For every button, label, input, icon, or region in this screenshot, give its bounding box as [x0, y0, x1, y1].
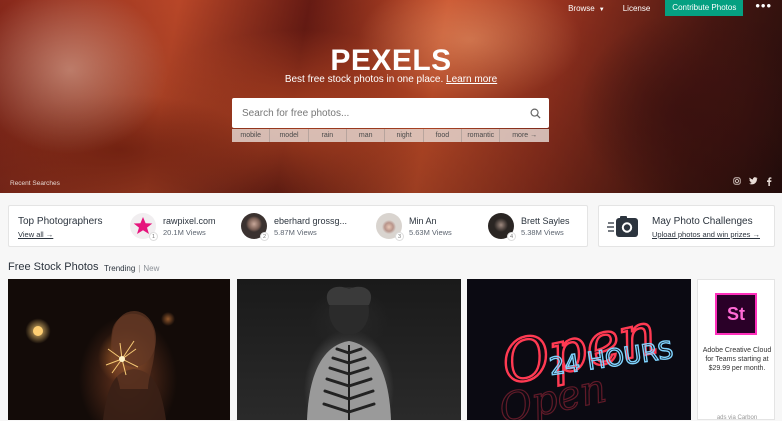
top-navigation: Browse ▼ License Contribute Photos •••: [559, 0, 782, 16]
rank-badge: 2: [260, 232, 269, 241]
search-icon[interactable]: [521, 98, 549, 128]
tab-new[interactable]: New: [143, 264, 159, 273]
tag-romantic[interactable]: romantic: [462, 129, 501, 142]
photographer-item[interactable]: 1 rawpixel.com 20.1M Views: [130, 213, 216, 241]
hero-banner: [0, 0, 782, 193]
camera-icon: [607, 216, 638, 237]
tagline: Best free stock photos in one place. Lea…: [0, 74, 782, 85]
view-all-link[interactable]: View all →: [18, 230, 53, 239]
license-link[interactable]: License: [614, 4, 660, 13]
ad-attribution[interactable]: ads via Carbon: [702, 415, 772, 421]
twitter-icon[interactable]: [749, 177, 758, 186]
photo-card[interactable]: [237, 279, 461, 420]
ad-panel[interactable]: St Adobe Creative Cloud for Teams starti…: [697, 279, 775, 421]
photo-card[interactable]: Open 24 HOURS Open: [467, 279, 691, 420]
tag-more[interactable]: more →: [500, 129, 549, 142]
photographer-item[interactable]: 2 eberhard grossg... 5.87M Views: [241, 213, 348, 241]
instagram-icon[interactable]: [733, 177, 741, 186]
social-links: [733, 177, 772, 186]
tagline-text: Best free stock photos in one place.: [284, 74, 444, 85]
chevron-down-icon: ▼: [598, 6, 605, 13]
facebook-icon[interactable]: [766, 177, 772, 186]
contribute-photos-button[interactable]: Contribute Photos: [665, 0, 744, 16]
tag-food[interactable]: food: [424, 129, 463, 142]
suggested-tags: mobile model rain man night food romanti…: [232, 129, 549, 142]
photographer-views: 5.38M Views: [521, 227, 564, 237]
neon-sign-photo-icon: Open 24 HOURS Open: [495, 298, 676, 420]
avatar: 4: [488, 213, 516, 241]
fern-back-photo-icon: [307, 286, 391, 420]
photographer-item[interactable]: 4 Brett Sayles 5.38M Views: [488, 213, 570, 241]
recent-searches-link[interactable]: Recent Searches: [10, 180, 60, 187]
avatar: 1: [130, 213, 158, 241]
tag-night[interactable]: night: [385, 129, 424, 142]
tab-trending[interactable]: Trending: [104, 264, 135, 273]
photographer-name: rawpixel.com: [163, 215, 216, 226]
section-tabs: Trending | New: [104, 264, 159, 273]
photographer-name: Min An: [409, 215, 437, 226]
ad-text: Adobe Creative Cloud for Teams starting …: [702, 347, 772, 372]
brand-logo: PEXELS: [330, 44, 452, 77]
browse-menu[interactable]: Browse ▼: [559, 4, 614, 13]
photographer-views: 5.63M Views: [409, 227, 452, 237]
tab-separator: |: [138, 264, 141, 273]
section-title: Free Stock Photos: [8, 261, 99, 273]
photo-challenge-panel[interactable]: May Photo Challenges Upload photos and w…: [598, 205, 775, 247]
search-bar: [232, 98, 549, 128]
tag-mobile[interactable]: mobile: [232, 129, 271, 142]
challenge-title: May Photo Challenges: [652, 216, 753, 227]
photographer-item[interactable]: 3 Min An 5.63M Views: [376, 213, 452, 241]
search-input[interactable]: [232, 98, 521, 128]
tag-man[interactable]: man: [347, 129, 386, 142]
more-menu-icon[interactable]: •••: [749, 0, 782, 17]
rank-badge: 3: [395, 232, 404, 241]
photographer-views: 20.1M Views: [163, 227, 206, 237]
tag-model[interactable]: model: [270, 129, 309, 142]
rank-badge: 4: [507, 232, 516, 241]
sparkler-photo-icon: [33, 311, 166, 420]
avatar: 3: [376, 213, 404, 241]
learn-more-link[interactable]: Learn more: [446, 74, 497, 85]
photographer-name: Brett Sayles: [521, 215, 570, 226]
adobe-stock-logo: St: [715, 293, 757, 335]
top-photographers-panel: Top Photographers View all → 1 rawpixel.…: [8, 205, 588, 247]
browse-label: Browse: [568, 3, 595, 13]
top-photographers-title: Top Photographers: [18, 216, 103, 227]
avatar: 2: [241, 213, 269, 241]
photo-card[interactable]: [8, 279, 230, 420]
challenge-link[interactable]: Upload photos and win prizes →: [652, 230, 760, 239]
photographer-name: eberhard grossg...: [274, 215, 348, 226]
photographer-views: 5.87M Views: [274, 227, 317, 237]
rank-badge: 1: [149, 232, 158, 241]
tag-rain[interactable]: rain: [309, 129, 348, 142]
